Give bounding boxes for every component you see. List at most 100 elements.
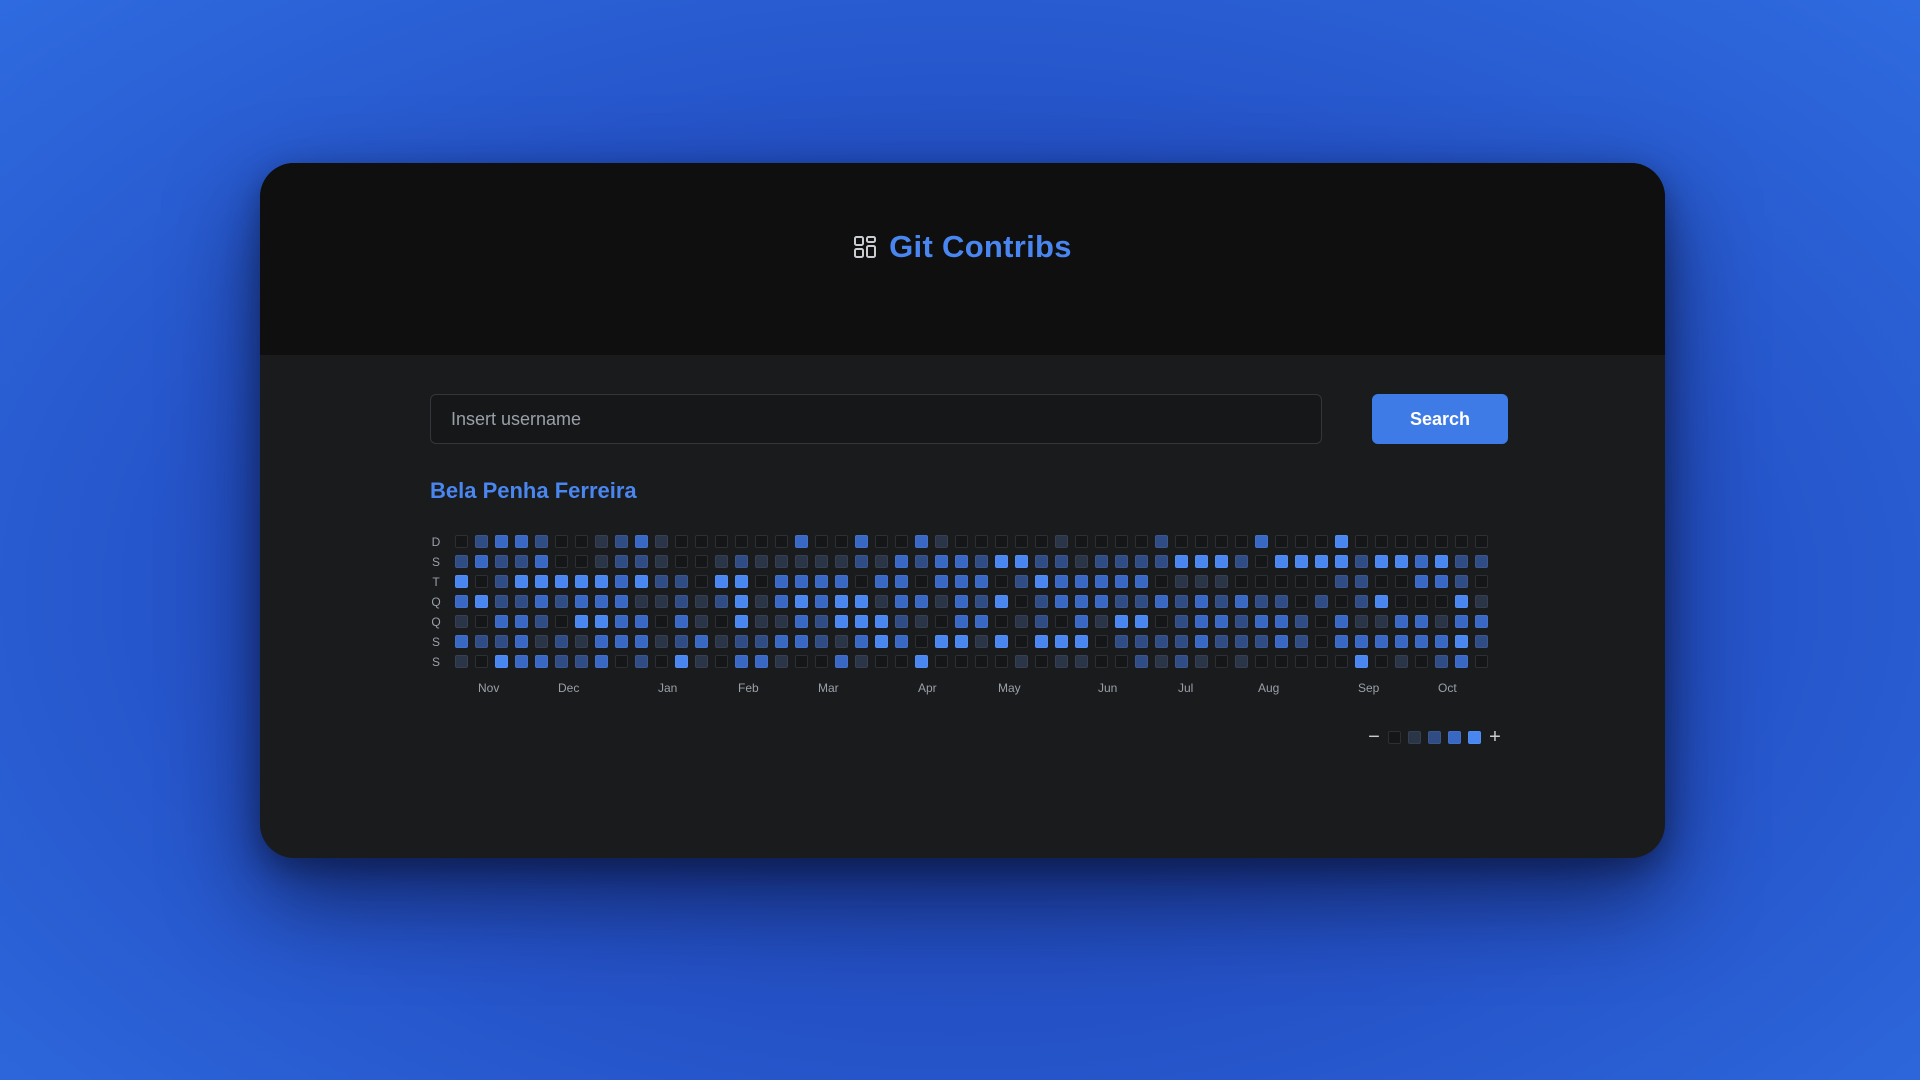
contribution-cell[interactable] — [575, 575, 588, 588]
contribution-cell[interactable] — [695, 615, 708, 628]
contribution-cell[interactable] — [975, 615, 988, 628]
contribution-cell[interactable] — [475, 575, 488, 588]
contribution-cell[interactable] — [1355, 555, 1368, 568]
contribution-cell[interactable] — [1255, 575, 1268, 588]
contribution-cell[interactable] — [475, 595, 488, 608]
contribution-cell[interactable] — [1195, 635, 1208, 648]
contribution-cell[interactable] — [1035, 655, 1048, 668]
contribution-cell[interactable] — [1055, 575, 1068, 588]
contribution-cell[interactable] — [775, 635, 788, 648]
contribution-cell[interactable] — [1055, 555, 1068, 568]
contribution-cell[interactable] — [1475, 615, 1488, 628]
contribution-cell[interactable] — [1075, 635, 1088, 648]
contribution-cell[interactable] — [1175, 615, 1188, 628]
contribution-cell[interactable] — [1175, 575, 1188, 588]
contribution-cell[interactable] — [1175, 595, 1188, 608]
contribution-cell[interactable] — [675, 635, 688, 648]
contribution-cell[interactable] — [495, 655, 508, 668]
contribution-cell[interactable] — [1075, 615, 1088, 628]
contribution-cell[interactable] — [1135, 555, 1148, 568]
contribution-cell[interactable] — [535, 655, 548, 668]
contribution-cell[interactable] — [555, 635, 568, 648]
contribution-cell[interactable] — [995, 595, 1008, 608]
contribution-cell[interactable] — [675, 535, 688, 548]
contribution-cell[interactable] — [835, 635, 848, 648]
contribution-cell[interactable] — [935, 635, 948, 648]
username-search-input[interactable] — [430, 394, 1322, 444]
contribution-cell[interactable] — [1375, 655, 1388, 668]
contribution-cell[interactable] — [1275, 615, 1288, 628]
contribution-cell[interactable] — [1275, 555, 1288, 568]
contribution-cell[interactable] — [995, 575, 1008, 588]
contribution-cell[interactable] — [455, 615, 468, 628]
contribution-cell[interactable] — [1295, 655, 1308, 668]
contribution-cell[interactable] — [1455, 595, 1468, 608]
contribution-cell[interactable] — [1395, 575, 1408, 588]
contribution-cell[interactable] — [835, 615, 848, 628]
contribution-cell[interactable] — [755, 595, 768, 608]
contribution-cell[interactable] — [715, 595, 728, 608]
contribution-cell[interactable] — [1155, 615, 1168, 628]
contribution-cell[interactable] — [795, 635, 808, 648]
contribution-cell[interactable] — [575, 555, 588, 568]
contribution-cell[interactable] — [755, 575, 768, 588]
contribution-cell[interactable] — [1095, 535, 1108, 548]
contribution-cell[interactable] — [1455, 575, 1468, 588]
contribution-cell[interactable] — [775, 615, 788, 628]
contribution-cell[interactable] — [595, 615, 608, 628]
contribution-cell[interactable] — [615, 555, 628, 568]
contribution-cell[interactable] — [715, 555, 728, 568]
contribution-cell[interactable] — [715, 635, 728, 648]
contribution-cell[interactable] — [1375, 575, 1388, 588]
contribution-cell[interactable] — [895, 595, 908, 608]
contribution-cell[interactable] — [755, 535, 768, 548]
contribution-cell[interactable] — [695, 655, 708, 668]
contribution-cell[interactable] — [1475, 575, 1488, 588]
contribution-cell[interactable] — [815, 595, 828, 608]
contribution-cell[interactable] — [955, 575, 968, 588]
contribution-cell[interactable] — [495, 555, 508, 568]
contribution-cell[interactable] — [1215, 615, 1228, 628]
contribution-cell[interactable] — [695, 555, 708, 568]
contribution-cell[interactable] — [815, 575, 828, 588]
contribution-cell[interactable] — [455, 555, 468, 568]
contribution-cell[interactable] — [1035, 535, 1048, 548]
contribution-cell[interactable] — [1115, 575, 1128, 588]
contribution-cell[interactable] — [1235, 575, 1248, 588]
contribution-cell[interactable] — [955, 635, 968, 648]
contribution-cell[interactable] — [1255, 595, 1268, 608]
contribution-cell[interactable] — [1155, 535, 1168, 548]
contribution-cell[interactable] — [1235, 535, 1248, 548]
contribution-cell[interactable] — [1395, 615, 1408, 628]
contribution-cell[interactable] — [555, 555, 568, 568]
contribution-cell[interactable] — [1275, 655, 1288, 668]
contribution-cell[interactable] — [1415, 615, 1428, 628]
contribution-cell[interactable] — [735, 615, 748, 628]
contribution-cell[interactable] — [975, 555, 988, 568]
contribution-cell[interactable] — [855, 575, 868, 588]
contribution-cell[interactable] — [1215, 595, 1228, 608]
contribution-cell[interactable] — [1275, 595, 1288, 608]
contribution-cell[interactable] — [715, 575, 728, 588]
contribution-cell[interactable] — [955, 535, 968, 548]
contribution-cell[interactable] — [1015, 535, 1028, 548]
contribution-cell[interactable] — [1375, 555, 1388, 568]
contribution-cell[interactable] — [495, 535, 508, 548]
contribution-cell[interactable] — [515, 635, 528, 648]
contribution-cell[interactable] — [1375, 535, 1388, 548]
contribution-cell[interactable] — [995, 555, 1008, 568]
contribution-cell[interactable] — [1115, 555, 1128, 568]
contribution-cell[interactable] — [1195, 595, 1208, 608]
contribution-cell[interactable] — [895, 655, 908, 668]
contribution-cell[interactable] — [1115, 635, 1128, 648]
contribution-cell[interactable] — [975, 595, 988, 608]
contribution-cell[interactable] — [935, 555, 948, 568]
contribution-cell[interactable] — [975, 635, 988, 648]
contribution-cell[interactable] — [1415, 555, 1428, 568]
contribution-cell[interactable] — [895, 575, 908, 588]
contribution-cell[interactable] — [935, 595, 948, 608]
contribution-cell[interactable] — [835, 655, 848, 668]
contribution-cell[interactable] — [1315, 615, 1328, 628]
contribution-cell[interactable] — [1335, 615, 1348, 628]
contribution-cell[interactable] — [1195, 575, 1208, 588]
